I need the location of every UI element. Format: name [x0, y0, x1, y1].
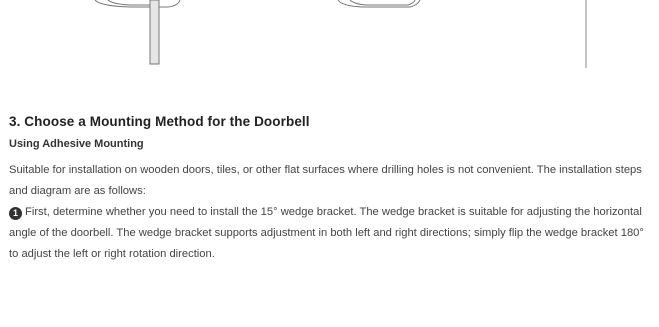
middle-bracket-drawing	[337, 0, 421, 8]
mounting-diagram-fragment	[94, 0, 587, 68]
step-number-badge: 1	[9, 207, 22, 220]
section-title: 3. Choose a Mounting Method for the Door…	[9, 114, 310, 129]
content-section: 3. Choose a Mounting Method for the Door…	[9, 112, 654, 265]
intro-paragraph: Suitable for installation on wooden door…	[9, 164, 642, 197]
section-subtitle: Using Adhesive Mounting	[9, 138, 144, 150]
step-paragraph: 1 First, determine whether you need to in…	[9, 202, 654, 265]
left-bracket-drawing	[94, 0, 181, 65]
step-text: First, determine whether you need to ins…	[9, 206, 644, 260]
